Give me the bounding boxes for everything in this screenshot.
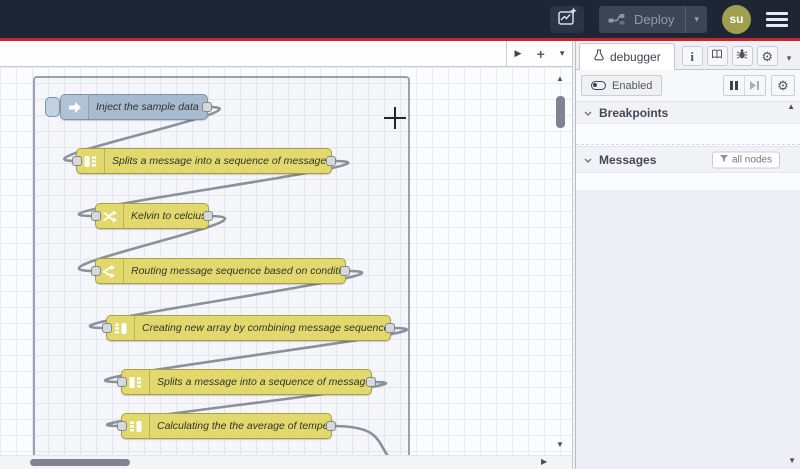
pause-step-group [723,75,766,96]
node-label: Kelvin to celcius [131,210,207,222]
node-label: Inject the sample data [96,101,199,113]
debugger-settings-button[interactable]: ⚙ [771,75,795,96]
tab-debugger[interactable]: debugger [579,43,675,70]
node-join[interactable]: Calculating the the average of temperatu… [117,413,336,439]
canvas-horizontal-scrollbar[interactable]: ▶ [0,455,572,469]
node-switch[interactable]: Routing message sequence based on condit… [91,258,350,284]
flow-canvas[interactable]: Inject the sample data Splits a message … [0,67,572,456]
flow-list-button[interactable]: ▾ [560,49,565,58]
app-header: Deploy ▾ su [0,0,800,38]
main-menu-button[interactable] [766,11,788,27]
canvas-horizontal-scrollbar-thumb[interactable] [30,459,130,466]
wire[interactable] [330,424,470,456]
deploy-options-caret[interactable]: ▾ [685,5,707,33]
canvas-vertical-scrollbar-thumb[interactable] [556,96,565,128]
gear-icon: ⚙ [777,78,789,93]
messages-section-header[interactable]: Messages all nodes [576,146,800,173]
breakpoints-content [576,124,800,144]
flow-tab-bar[interactable]: ▶ + ▾ [0,41,572,67]
canvas-scroll-down-button[interactable]: ▼ [556,441,564,449]
node-output-port[interactable] [326,156,336,166]
user-avatar[interactable]: su [722,4,751,34]
node-input-port[interactable] [72,156,82,166]
sidebar-tabs: debugger i ⚙ ▾ [576,41,800,70]
node-output-port[interactable] [202,102,212,112]
canvas-scroll-right-button[interactable]: ▶ [541,458,547,466]
chevron-down-icon [584,151,592,169]
menu-bar [766,11,788,15]
chevron-down-icon [584,104,592,122]
node-join[interactable]: Creating new array by combining message … [102,315,395,341]
pause-icon [730,81,738,90]
debugger-toolbar: Enabled ⚙ [576,70,800,101]
node-output-port[interactable] [203,211,213,221]
enabled-label: Enabled [612,79,653,92]
info-icon: i [690,48,695,64]
flask-icon [593,49,605,65]
crosshair-cursor [394,107,396,129]
node-label: Calculating the the average of temperatu… [157,420,331,432]
node-split[interactable]: Splits a message into a sequence of mess… [117,369,376,395]
tab-help-button[interactable] [706,46,728,66]
canvas-scroll-up-button[interactable]: ▲ [556,75,564,83]
node-output-port[interactable] [340,266,350,276]
node-split[interactable]: Splits a message into a sequence of mess… [72,148,336,174]
node-label: Splits a message into a sequence of mess… [157,376,371,388]
sidebar-scroll-down-button[interactable]: ▼ [788,457,796,465]
section-title: Messages [599,152,657,167]
node-change[interactable]: Kelvin to celcius [91,203,213,229]
flow-tab-controls: ▶ + ▾ [506,41,572,66]
bug-icon [736,47,748,65]
gear-icon: ⚙ [761,48,774,64]
section-title: Breakpoints [599,105,669,120]
menu-bar [766,17,788,21]
node-label: Routing message sequence based on condit… [131,265,345,277]
inject-icon [61,95,89,119]
node-red-editor: Deploy ▾ su ▶ + ▾ Inject the sample data… [0,0,800,469]
node-output-port[interactable] [326,421,336,431]
node-input-port[interactable] [91,266,101,276]
menu-bar [766,23,788,27]
workspace: ▶ + ▾ Inject the sample data Splits a me… [0,41,573,469]
pause-button[interactable] [724,76,744,95]
node-inject[interactable]: Inject the sample data [45,94,212,120]
next-flow-button[interactable]: ▶ [515,49,522,58]
node-input-port[interactable] [117,377,127,387]
sidebar-tab-list-button[interactable]: ▾ [787,54,792,63]
step-button[interactable] [744,76,765,95]
messages-content [576,173,800,190]
add-flow-button[interactable]: + [537,47,545,61]
tab-label: debugger [610,50,661,64]
main-area: ▶ + ▾ Inject the sample data Splits a me… [0,41,800,469]
inject-button[interactable] [45,97,60,117]
toggle-icon [591,81,606,90]
flow-assistant-button[interactable] [550,5,584,33]
node-label: Splits a message into a sequence of mess… [112,155,331,167]
book-icon [711,47,723,65]
deploy-icon [608,13,632,26]
debugger-enabled-toggle[interactable]: Enabled [581,75,663,96]
breakpoints-section-header[interactable]: Breakpoints [576,101,800,124]
tab-info-button[interactable]: i [681,46,703,66]
step-icon [750,77,760,95]
node-output-port[interactable] [366,377,376,387]
deploy-button[interactable]: Deploy ▾ [599,5,707,33]
filter-label: all nodes [731,154,772,165]
sidebar-scroll-up-button[interactable]: ▲ [787,103,795,111]
deploy-label: Deploy [634,11,675,27]
tab-config-button[interactable]: ⚙ [756,46,778,66]
sidebar: debugger i ⚙ ▾ Enabled ⚙ Breakpoints Mes… [575,41,800,469]
sidebar-empty-area [576,190,800,469]
node-input-port[interactable] [91,211,101,221]
tab-debug-messages-button[interactable] [731,46,753,66]
funnel-icon [719,154,728,165]
debugger-controls: ⚙ [723,75,795,96]
flow-sparkle-icon [556,6,578,33]
node-input-port[interactable] [117,421,127,431]
node-input-port[interactable] [102,323,112,333]
node-output-port[interactable] [385,323,395,333]
node-label: Creating new array by combining message … [142,322,390,334]
all-nodes-filter-button[interactable]: all nodes [711,151,780,168]
